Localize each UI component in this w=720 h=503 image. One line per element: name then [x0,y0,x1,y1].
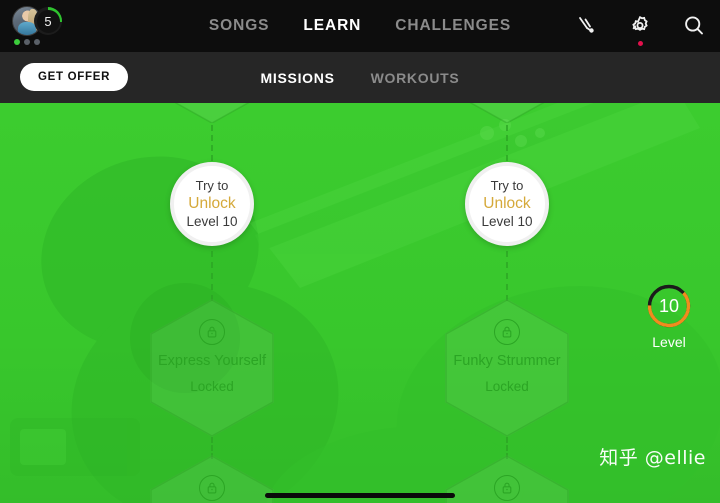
tab-challenges[interactable]: CHALLENGES [395,17,511,35]
tuner-icon[interactable] [574,14,598,38]
home-indicator[interactable] [265,493,455,498]
unlock-circle-left[interactable]: Try to Unlock Level 10 [170,162,254,246]
level-badge-value: 10 [658,295,680,316]
tab-songs[interactable]: SONGS [209,17,269,35]
sub-tabs: MISSIONS WORKOUTS [0,52,720,103]
mission-status: Locked [485,379,529,394]
profile-level-value: 5 [44,13,52,29]
level-ring: 10 [646,283,692,329]
mission-map: Try to Unlock Level 10 Try to Unlock Lev… [0,103,720,503]
top-icon-group [574,0,706,52]
unlock-circle-line3: Level 10 [481,214,533,229]
gear-icon[interactable] [628,14,652,46]
mission-node-partial-bottom-right[interactable] [445,455,569,503]
path-connector-mid-right [506,251,508,301]
app-root: 5 SONGS LEARN CHALLENGES GET OFFER MISSI… [0,0,720,503]
lock-icon [199,319,225,345]
tab-workouts[interactable]: WORKOUTS [371,70,460,86]
unlock-circle-line1: Try to [490,178,524,193]
tab-missions[interactable]: MISSIONS [261,70,335,86]
notification-dot [637,41,643,46]
mission-node-express-yourself[interactable]: Express Yourself Locked [150,299,274,437]
mission-node-funky-strummer[interactable]: Funky Strummer Locked [445,299,569,437]
lock-icon [494,475,520,501]
unlock-circle-line3: Level 10 [186,214,238,229]
level-badge[interactable]: 10 Level [638,283,700,350]
path-connector-top-left [211,125,213,161]
lock-icon [494,319,520,345]
mission-node-partial-top-left[interactable] [150,103,274,123]
tab-learn[interactable]: LEARN [303,17,361,35]
sub-navigation-bar: GET OFFER MISSIONS WORKOUTS [0,52,720,103]
level-badge-label: Level [652,334,686,350]
unlock-circle-line2: Unlock [188,195,236,212]
unlock-circle-line2: Unlock [483,195,531,212]
mission-status: Locked [190,379,234,394]
lock-icon [199,475,225,501]
search-icon[interactable] [682,14,706,38]
unlock-circle-right[interactable]: Try to Unlock Level 10 [465,162,549,246]
mission-node-partial-top-right[interactable] [445,103,569,123]
mission-title: Funky Strummer [453,353,561,369]
path-connector-mid-left [211,251,213,301]
unlock-circle-line1: Try to [195,178,229,193]
mission-node-partial-bottom-left[interactable] [150,455,274,503]
top-navigation-bar: 5 SONGS LEARN CHALLENGES [0,0,720,52]
mission-title: Express Yourself [158,353,267,369]
path-connector-top-right [506,125,508,161]
watermark: 知乎 @ellie [599,447,706,469]
